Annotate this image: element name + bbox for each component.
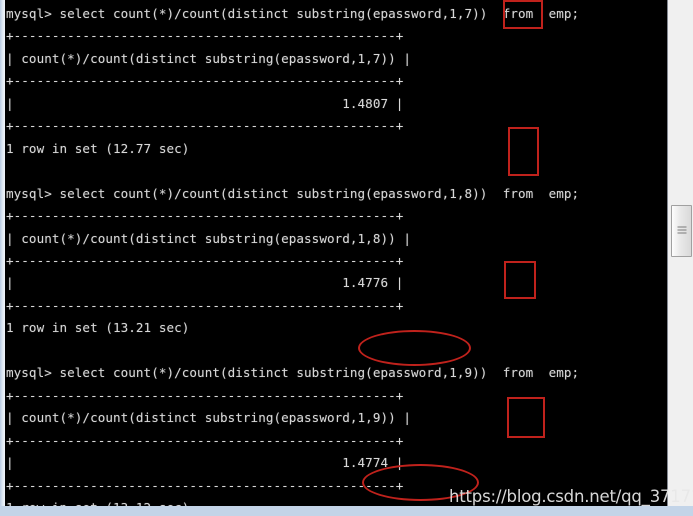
vertical-scrollbar-thumb[interactable] xyxy=(671,205,692,257)
scrollbar-grip-icon xyxy=(677,226,686,236)
console-output-text: mysql> select count(*)/count(distinct su… xyxy=(6,6,580,507)
csdn-watermark: https://blog.csdn.net/qq_37171379 xyxy=(449,487,693,506)
terminal-console[interactable]: mysql> select count(*)/count(distinct su… xyxy=(5,0,667,507)
scrollbar-pane xyxy=(667,0,693,507)
screenshot-root: mysql> select count(*)/count(distinct su… xyxy=(0,0,693,516)
window-frame-bottom-edge xyxy=(0,506,693,516)
